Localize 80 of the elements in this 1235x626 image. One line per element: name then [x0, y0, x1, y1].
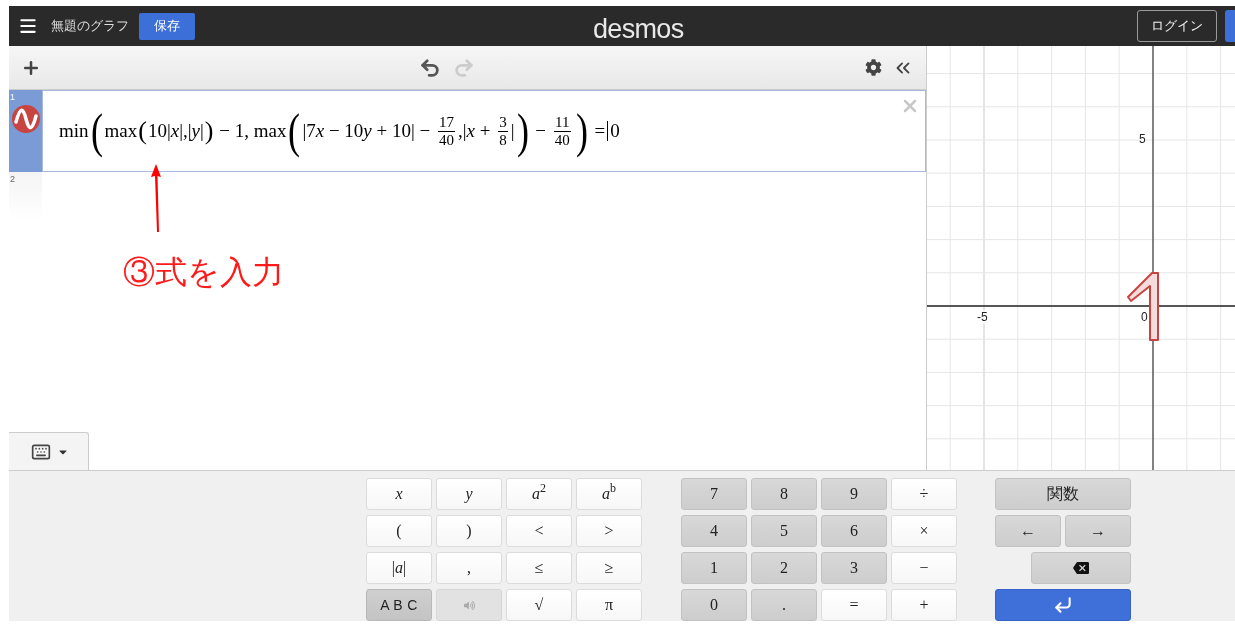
math-paren: (	[90, 107, 103, 155]
math-text: min	[59, 118, 89, 143]
logo: desmos	[593, 13, 684, 46]
undo-icon[interactable]	[419, 56, 441, 79]
fraction-denominator: 8	[498, 131, 508, 149]
enter-icon	[1053, 595, 1073, 615]
keypad-key[interactable]: A B C	[366, 589, 432, 621]
keypad-key[interactable]: <	[506, 515, 572, 547]
backspace-icon	[1073, 560, 1089, 576]
keyboard-toggle[interactable]	[9, 432, 89, 470]
math-text: =	[593, 118, 606, 143]
keypad-key[interactable]: ÷	[891, 478, 957, 510]
keypad-key[interactable]: =	[821, 589, 887, 621]
keypad-key[interactable]: ←	[995, 515, 1061, 547]
fraction-denominator: 40	[553, 131, 571, 149]
backspace-key[interactable]	[1031, 552, 1131, 584]
math-paren: )	[516, 107, 529, 155]
keypad-key[interactable]: 5	[751, 515, 817, 547]
keypad-key[interactable]: x	[366, 478, 432, 510]
keypad-key[interactable]: 7	[681, 478, 747, 510]
annotation-arrow	[151, 164, 162, 232]
wave-icon[interactable]	[12, 105, 40, 133]
keypad-key[interactable]: (	[366, 515, 432, 547]
axis-label: 0	[1141, 310, 1148, 324]
math-paren: (	[288, 107, 301, 155]
keypad-key[interactable]: →	[1065, 515, 1131, 547]
keypad-key[interactable]: 関数	[995, 478, 1131, 510]
math-paren: (	[138, 118, 147, 144]
axis-label: -5	[977, 310, 988, 324]
keypad-key[interactable]: −	[891, 552, 957, 584]
math-text: ,|x +	[458, 118, 492, 143]
math-text: |	[510, 118, 515, 143]
fraction-numerator: 3	[498, 113, 508, 131]
keypad-key[interactable]: 6	[821, 515, 887, 547]
math-variable: x	[315, 118, 325, 143]
axis-label: 5	[1139, 132, 1146, 146]
keypad-key[interactable]: 9	[821, 478, 887, 510]
math-text: + 10| −	[375, 118, 432, 143]
keypad-key[interactable]: y	[436, 478, 502, 510]
keypad-key[interactable]: ≤	[506, 552, 572, 584]
fraction-numerator: 11	[554, 113, 571, 131]
math-text: 10|x|,|y|	[147, 118, 204, 143]
save-button[interactable]: 保存	[139, 12, 195, 40]
math-paren: )	[575, 107, 588, 155]
math-variable: y	[363, 118, 372, 143]
keypad-key[interactable]: a$^{b}$	[576, 478, 642, 510]
keypad-key[interactable]: 0	[681, 589, 747, 621]
login-button[interactable]: ログイン	[1137, 10, 1217, 42]
keypad-key[interactable]: a$^{2}$	[506, 478, 572, 510]
keypad-key[interactable]: √	[506, 589, 572, 621]
keypad-key[interactable]: 8	[751, 478, 817, 510]
keypad-key[interactable]: ×	[891, 515, 957, 547]
math-text: |7	[302, 118, 316, 143]
expression-number: 2	[10, 173, 15, 186]
math-text: − 1, max	[218, 118, 287, 143]
keypad-key[interactable]: 3	[821, 552, 887, 584]
keypad-key[interactable]: 1	[681, 552, 747, 584]
settings-icon[interactable]	[865, 59, 882, 76]
keypad-key[interactable]: +	[891, 589, 957, 621]
annotation-text: ③式を入力	[123, 254, 284, 290]
keypad-key[interactable]: π	[576, 589, 642, 621]
speaker-icon	[463, 599, 475, 611]
keypad-key[interactable]: |a|	[366, 552, 432, 584]
fraction-denominator: 40	[438, 131, 456, 149]
menu-icon[interactable]	[18, 16, 38, 36]
expression-number: 1	[10, 91, 15, 104]
keypad-key[interactable]: .	[751, 589, 817, 621]
math-text: −	[534, 118, 547, 143]
graph-title[interactable]: 無題のグラフ	[51, 16, 129, 36]
math-paren: )	[204, 118, 214, 144]
keypad-key[interactable]: 4	[681, 515, 747, 547]
keypad-key[interactable]: >	[576, 515, 642, 547]
keypad-key[interactable]: 2	[751, 552, 817, 584]
fraction-numerator: 17	[438, 113, 456, 131]
math-text: max	[104, 118, 138, 143]
math-text: 0	[610, 118, 620, 143]
plotted-curve	[1127, 272, 1159, 341]
keypad-key[interactable]: ,	[436, 552, 502, 584]
keypad-key[interactable]: ≥	[576, 552, 642, 584]
keypad-key[interactable]: )	[436, 515, 502, 547]
